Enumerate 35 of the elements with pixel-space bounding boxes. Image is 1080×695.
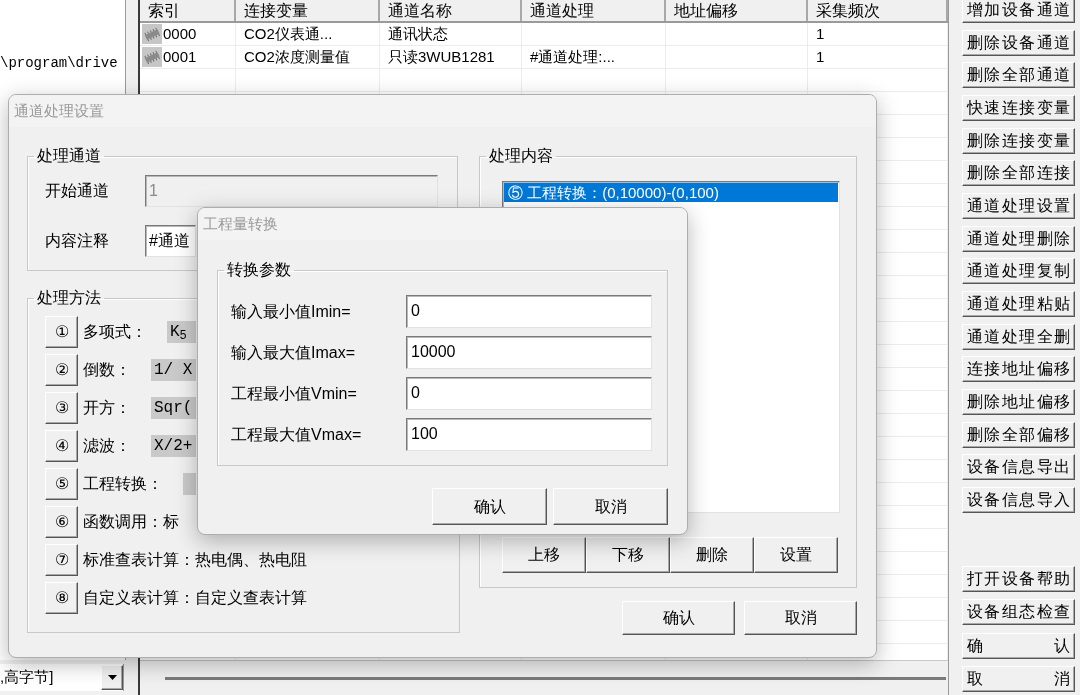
method-label: 开方： — [83, 398, 131, 418]
method-label: 工程转换： — [83, 474, 163, 494]
method-label: 滤波： — [83, 436, 131, 456]
window-title: 通道处理设置 — [14, 100, 104, 121]
formula-text: Sqr( — [154, 398, 193, 419]
method-label: 自定义表计算：自定义查表计算 — [83, 588, 307, 608]
method-label: 倒数： — [83, 360, 131, 380]
formula-text: 1/ X — [154, 360, 193, 381]
table-cell-text: 0001 — [163, 46, 197, 67]
group-title: 转换参数 — [226, 262, 292, 278]
table-cell-text: 只读3WUB1281 — [388, 46, 495, 67]
field-label: 输入最小值Imin= — [231, 301, 352, 322]
method-label: 函数调用：标 — [83, 512, 179, 532]
table-cell-text: 通讯状态 — [388, 23, 448, 44]
table-cell-text: #通道处理:... — [530, 46, 615, 67]
method-label: 标准查表计算：热电偶、热电阻 — [83, 550, 307, 570]
method-label: 多项式： — [83, 322, 147, 342]
group-title: 处理内容 — [488, 148, 554, 164]
dropdown-value: ,高字节] — [0, 667, 54, 688]
field-label: 工程最大值Vmax= — [231, 424, 363, 445]
table-cell-text: CO2浓度测量值 — [244, 46, 350, 67]
table-cell-text: CO2仪表通... — [244, 23, 333, 44]
table-cell-text: 1 — [816, 23, 825, 44]
table-cell-text: 0000 — [163, 23, 197, 44]
field-label: 开始通道 — [45, 181, 110, 201]
formula-text: K$_{5}$ — [170, 322, 187, 344]
field-label: 工程最小值Vmin= — [231, 383, 358, 404]
window-title: 工程量转换 — [203, 213, 278, 234]
field-label: 内容注释 — [45, 231, 110, 251]
group-title: 处理方法 — [36, 290, 102, 306]
path-text: \program\drive — [0, 54, 119, 73]
formula-text: X/2+ — [154, 436, 193, 457]
group-title: 处理通道 — [36, 148, 102, 164]
field-label: 输入最大值Imax= — [231, 342, 356, 363]
table-cell-text: 1 — [816, 46, 825, 67]
